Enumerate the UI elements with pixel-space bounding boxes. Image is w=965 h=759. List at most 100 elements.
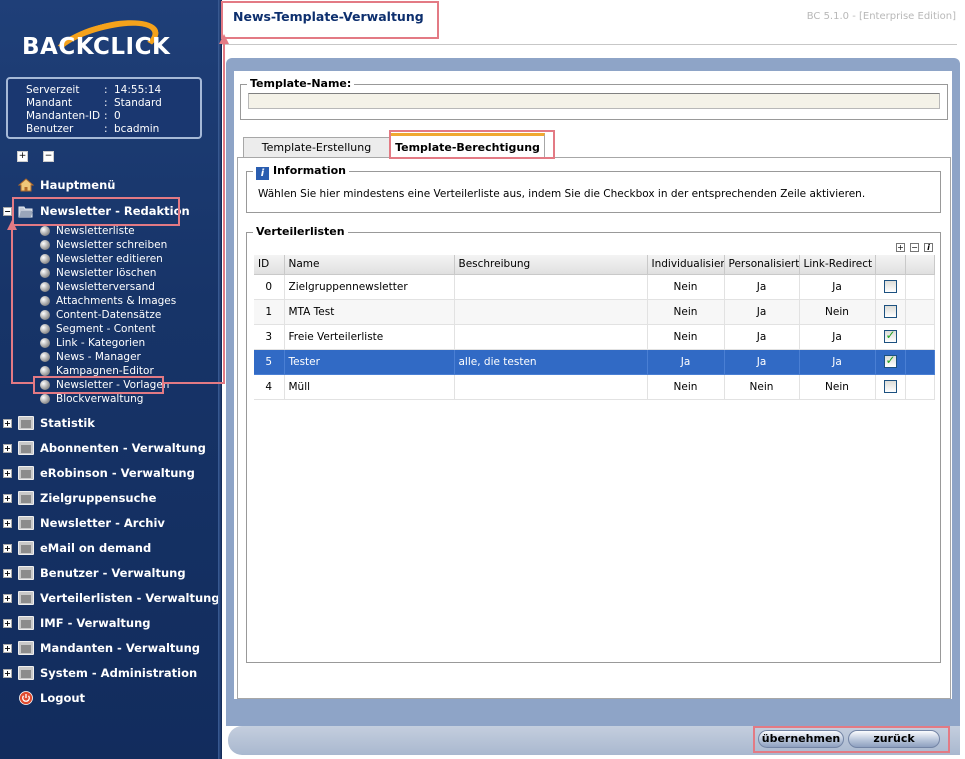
nav-sub-news-manager[interactable]: News - Manager [40, 350, 141, 364]
row-checkbox[interactable] [883, 305, 897, 318]
nav-sub-newsletterversand[interactable]: Newsletterversand [40, 280, 155, 294]
expand-icon[interactable]: + [3, 419, 12, 428]
collapse-icon[interactable]: − [910, 243, 919, 252]
row-checkbox[interactable] [883, 328, 897, 343]
nav-sub-newsletter-vorlagen[interactable]: Newsletter - Vorlagen [40, 378, 169, 392]
column-header-id[interactable]: ID [254, 255, 285, 275]
back-button[interactable]: zurück [848, 730, 940, 748]
collapse-icon[interactable]: − [3, 207, 12, 216]
cell-link-redirect: Ja [799, 274, 876, 300]
mandant-value: Standard [114, 97, 162, 109]
cell-link-redirect: Nein [799, 374, 876, 400]
nav-sub-link-kategorien[interactable]: Link - Kategorien [40, 336, 145, 350]
nav-sub-newsletterliste[interactable]: Newsletterliste [40, 224, 135, 238]
nav-email-on-demand[interactable]: + eMail on demand [0, 536, 222, 560]
expand-icon[interactable]: + [3, 644, 12, 653]
nav-label: System - Administration [40, 666, 198, 680]
row-checkbox[interactable] [883, 353, 897, 368]
nav-label: Mandanten - Verwaltung [40, 641, 201, 655]
verteilerlisten-legend: Verteilerlisten [253, 225, 348, 238]
sidebar: BACKCLICK Serverzeit:14:55:14 Mandant: St… [0, 0, 222, 759]
collapse-all-button[interactable]: − [43, 151, 54, 162]
cell-individualisiert: Ja [647, 349, 725, 375]
verteilerlisten-table: ID Name Beschreibung Individualisiert Pe… [254, 255, 935, 400]
mandant-id-value: 0 [114, 110, 121, 122]
user-value: bcadmin [114, 123, 160, 135]
cell-individualisiert: Nein [647, 324, 725, 350]
expand-icon[interactable]: + [3, 569, 12, 578]
column-header-name[interactable]: Name [284, 255, 455, 275]
column-header-link-redirect[interactable]: Link-Redirect [799, 255, 876, 275]
nav-newsletter-archiv[interactable]: + Newsletter - Archiv [0, 511, 222, 535]
expand-icon[interactable]: + [896, 243, 905, 252]
folder-icon [18, 441, 34, 455]
folder-icon [18, 516, 34, 530]
table-row-selected[interactable]: 5 Tester alle, die testen Ja Ja Ja [254, 349, 935, 375]
nav-label: Link - Kategorien [56, 337, 146, 349]
folder-icon [18, 666, 34, 680]
expand-icon[interactable]: + [3, 669, 12, 678]
nav-newsletter-redaktion[interactable]: − Newsletter - Redaktion [0, 199, 222, 223]
nav-abonnenten-verwaltung[interactable]: + Abonnenten - Verwaltung [0, 436, 222, 460]
server-info-box: Serverzeit:14:55:14 Mandant: Standard Man… [6, 77, 202, 139]
column-header-personalisiert[interactable]: Personalisiert [724, 255, 800, 275]
nav-sub-blockverwaltung[interactable]: Blockverwaltung [40, 392, 143, 406]
info-icon: i [256, 167, 269, 180]
table-row[interactable]: 4 Müll Nein Nein Nein [254, 374, 935, 400]
apply-button[interactable]: übernehmen [758, 730, 844, 748]
nav-label: News - Manager [56, 351, 141, 363]
table-row[interactable]: 1 MTA Test Nein Ja Nein [254, 299, 935, 325]
expand-all-button[interactable]: + [17, 151, 28, 162]
nav-logout[interactable]: Logout [0, 686, 222, 710]
info-icon[interactable]: i [924, 243, 933, 252]
nav-mandanten-verwaltung[interactable]: + Mandanten - Verwaltung [0, 636, 222, 660]
nav-hauptmenu[interactable]: Hauptmenü [0, 173, 222, 197]
expand-icon[interactable]: + [3, 594, 12, 603]
expand-icon[interactable]: + [3, 544, 12, 553]
folder-icon [18, 616, 34, 630]
table-row[interactable]: 0 Zielgruppennewsletter Nein Ja Ja [254, 274, 935, 300]
column-header-select[interactable] [875, 255, 906, 275]
row-checkbox[interactable] [883, 380, 897, 393]
expand-icon[interactable]: + [3, 469, 12, 478]
nav-sub-newsletter-schreiben[interactable]: Newsletter schreiben [40, 238, 167, 252]
bullet-icon [40, 366, 50, 376]
nav-sub-newsletter-editieren[interactable]: Newsletter editieren [40, 252, 163, 266]
cell-id: 0 [254, 274, 285, 300]
table-row[interactable]: 3 Freie Verteilerliste Nein Ja Ja [254, 324, 935, 350]
nav-sub-kampagnen-editor[interactable]: Kampagnen-Editor [40, 364, 154, 378]
cell-select [875, 299, 906, 325]
tab-template-berechtigung[interactable]: Template-Berechtigung [390, 133, 545, 158]
nav-label: Newsletter - Vorlagen [56, 379, 170, 391]
column-header-beschreibung[interactable]: Beschreibung [454, 255, 648, 275]
nav-imf-verwaltung[interactable]: + IMF - Verwaltung [0, 611, 222, 635]
nav-statistik[interactable]: + Statistik [0, 411, 222, 435]
folder-icon [18, 466, 34, 480]
row-checkbox[interactable] [883, 280, 897, 293]
nav-verteilerlisten-verwaltung[interactable]: + Verteilerlisten - Verwaltung [0, 586, 222, 610]
nav-erobinson-verwaltung[interactable]: + eRobinson - Verwaltung [0, 461, 222, 485]
information-legend: i Information [253, 164, 349, 180]
nav-sub-newsletter-loeschen[interactable]: Newsletter löschen [40, 266, 156, 280]
expand-icon[interactable]: + [3, 494, 12, 503]
nav-label: Hauptmenü [40, 178, 116, 192]
nav-label: IMF - Verwaltung [40, 616, 151, 630]
nav-benutzer-verwaltung[interactable]: + Benutzer - Verwaltung [0, 561, 222, 585]
nav-sub-content-datensaetze[interactable]: Content-Datensätze [40, 308, 161, 322]
cell-id: 1 [254, 299, 285, 325]
nav-sub-attachments-images[interactable]: Attachments & Images [40, 294, 176, 308]
cell-beschreibung: alle, die testen [454, 349, 648, 375]
cell-select [875, 274, 906, 300]
expand-icon[interactable]: + [3, 619, 12, 628]
nav-zielgruppensuche[interactable]: + Zielgruppensuche [0, 486, 222, 510]
nav-sub-segment-content[interactable]: Segment - Content [40, 322, 155, 336]
expand-icon[interactable]: + [3, 444, 12, 453]
column-header-individualisiert[interactable]: Individualisiert [647, 255, 725, 275]
folder-icon [18, 541, 34, 555]
template-name-input[interactable] [248, 93, 940, 109]
tab-template-erstellung[interactable]: Template-Erstellung [243, 137, 390, 158]
cell-individualisiert: Nein [647, 274, 725, 300]
expand-icon[interactable]: + [3, 519, 12, 528]
nav-label: Benutzer - Verwaltung [40, 566, 186, 580]
nav-system-administration[interactable]: + System - Administration [0, 661, 222, 685]
